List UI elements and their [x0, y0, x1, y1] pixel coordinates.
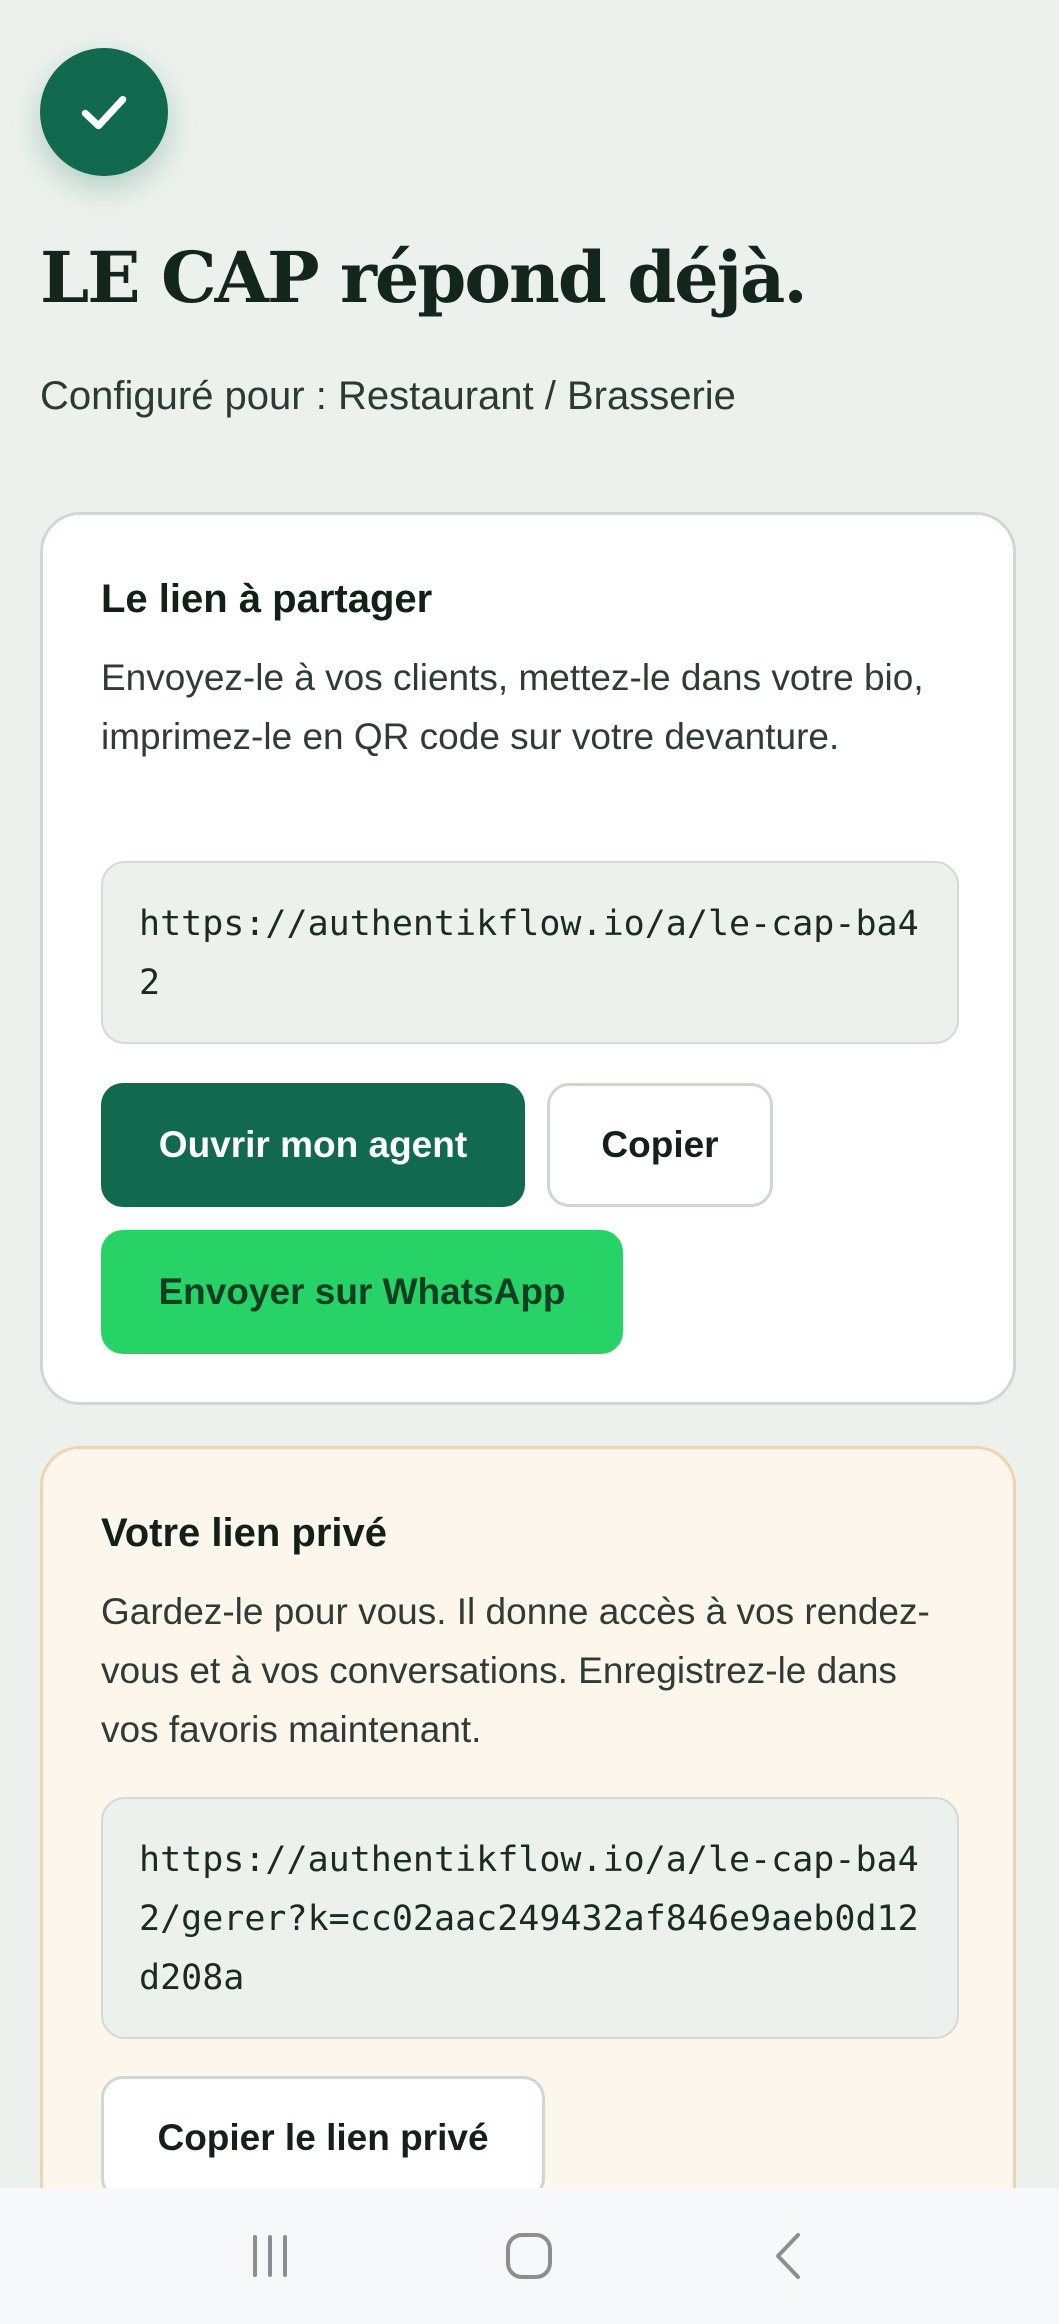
whatsapp-share-button[interactable]: Envoyer sur WhatsApp: [101, 1230, 623, 1354]
system-navigation-bar: [0, 2188, 1059, 2324]
home-button[interactable]: [484, 2211, 574, 2301]
copy-link-button[interactable]: Copier: [547, 1083, 773, 1207]
recent-apps-icon: [252, 2235, 287, 2277]
share-link-field[interactable]: https://authentikflow.io/a/le-cap-ba42: [101, 861, 959, 1044]
page: LE CAP répond déjà. Configuré pour : Res…: [0, 0, 1059, 2188]
home-icon: [506, 2233, 553, 2279]
private-link-field[interactable]: https://authentikflow.io/a/le-cap-ba42/g…: [101, 1797, 959, 2039]
back-button[interactable]: [744, 2211, 834, 2301]
private-link-card: Votre lien privé Gardez-le pour vous. Il…: [40, 1446, 1016, 2188]
success-badge: [40, 48, 168, 176]
share-card-description: Envoyez-le à vos clients, mettez-le dans…: [101, 657, 924, 757]
private-card-title: Votre lien privé: [101, 1511, 388, 1555]
page-title: LE CAP répond déjà.: [40, 236, 808, 319]
recent-apps-button[interactable]: [225, 2211, 315, 2301]
copy-private-link-button[interactable]: Copier le lien privé: [101, 2076, 545, 2188]
page-subtitle: Configuré pour : Restaurant / Brasserie: [40, 374, 736, 418]
private-card-description: Gardez-le pour vous. Il donne accès à vo…: [101, 1591, 930, 1750]
open-agent-button[interactable]: Ouvrir mon agent: [101, 1083, 525, 1207]
check-icon: [81, 96, 127, 130]
back-icon: [776, 2233, 801, 2279]
share-card-title: Le lien à partager: [101, 577, 433, 621]
share-link-card: Le lien à partager Envoyez-le à vos clie…: [40, 512, 1016, 1405]
